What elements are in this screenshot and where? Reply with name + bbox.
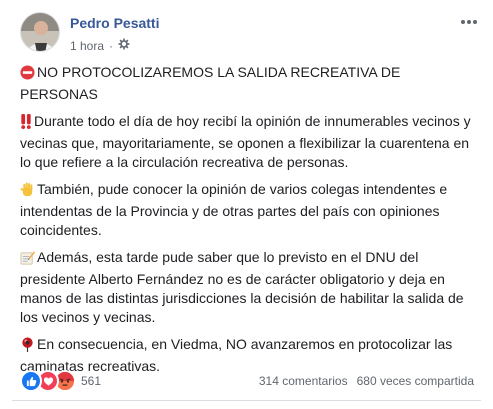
no-entry-icon <box>20 65 35 85</box>
post-time[interactable]: 1 hora <box>70 39 104 53</box>
engagement-stats: 314 comentarios 680 veces compartida <box>259 374 474 388</box>
post-meta: 1 hora · <box>70 38 130 53</box>
more-options-button[interactable] <box>459 14 479 28</box>
post-header: Pedro Pesatti 1 hora · <box>12 12 481 56</box>
post-paragraph-1: NO PROTOCOLIZAREMOS LA SALIDA RECREATIVA… <box>20 63 476 104</box>
author-name[interactable]: Pedro Pesatti <box>70 15 159 31</box>
paragraph-text: También, pude conocer la opinión de vari… <box>20 181 448 238</box>
post-paragraph-2: Durante todo el día de hoy recibí la opi… <box>20 112 476 172</box>
paragraph-text: En consecuencia, en Viedma, NO avanzarem… <box>20 336 453 374</box>
post-paragraph-3: También, pude conocer la opinión de vari… <box>20 180 476 240</box>
double-exclamation-icon <box>20 114 32 134</box>
avatar[interactable] <box>20 12 60 52</box>
paragraph-text: Durante todo el día de hoy recibí la opi… <box>20 113 471 170</box>
round-pushpin-icon <box>20 337 35 357</box>
post-footer: 561 314 comentarios 680 veces compartida <box>20 370 474 392</box>
footer-divider <box>12 400 481 401</box>
memo-icon <box>20 250 35 270</box>
comments-count-link[interactable]: 314 comentarios <box>259 374 348 388</box>
post-paragraph-4: Además, esta tarde pude saber que lo pre… <box>20 248 476 327</box>
facebook-post: Pedro Pesatti 1 hora · NO PROTOCOLIZAREM… <box>0 0 493 409</box>
more-dots-icon <box>460 12 478 30</box>
like-icon <box>20 370 42 392</box>
reaction-count[interactable]: 561 <box>81 374 101 388</box>
audience-icon[interactable] <box>118 38 130 53</box>
paragraph-text: Además, esta tarde pude saber que lo pre… <box>20 249 464 325</box>
raised-hand-icon <box>20 182 35 202</box>
shares-count-link[interactable]: 680 veces compartida <box>357 374 474 388</box>
reactions[interactable]: 561 <box>20 370 101 392</box>
paragraph-text: NO PROTOCOLIZAREMOS LA SALIDA RECREATIVA… <box>20 64 401 102</box>
meta-separator: · <box>109 38 114 53</box>
post-body: NO PROTOCOLIZAREMOS LA SALIDA RECREATIVA… <box>20 63 476 384</box>
